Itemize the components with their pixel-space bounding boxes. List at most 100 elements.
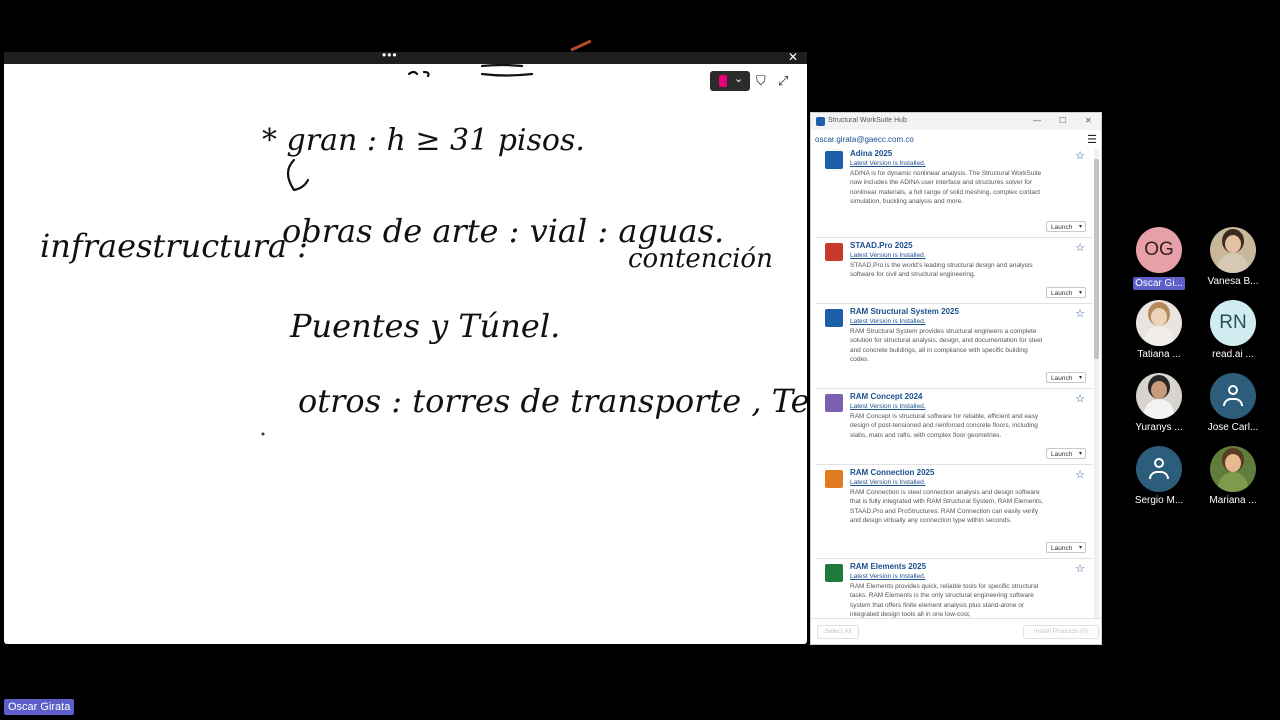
product-status-link[interactable]: Latest Version is Installed.: [850, 252, 926, 259]
favorite-star-icon[interactable]: ☆: [1075, 241, 1085, 254]
dropdown-arrow-icon[interactable]: ▾: [1079, 543, 1082, 554]
participant-name: Tatiana ...: [1137, 349, 1181, 360]
avatar: [1210, 227, 1256, 273]
maximize-icon[interactable]: ☐: [1059, 116, 1066, 125]
product-description: ADINA is for dynamic nonlinear analysis.…: [850, 170, 1042, 205]
hub-title: Structural WorkSuite Hub: [828, 117, 907, 124]
avatar-initials: RN: [1219, 312, 1247, 333]
participant-name: Oscar Gi...: [1133, 277, 1185, 290]
participant-tile[interactable]: Tatiana ...: [1130, 300, 1188, 360]
expand-icon[interactable]: ⤢: [778, 73, 788, 89]
product-status-link[interactable]: Latest Version is Installed.: [850, 160, 926, 167]
dropdown-arrow-icon[interactable]: ▾: [1079, 222, 1082, 233]
product-description: RAM Concept is structural software for r…: [850, 413, 1039, 439]
launch-button[interactable]: Launch ▾: [1046, 221, 1086, 232]
product-icon: [825, 309, 843, 327]
product-name: STAAD.Pro 2025: [850, 241, 913, 250]
presenter-label: Oscar Girata: [4, 699, 75, 715]
participant-tile[interactable]: Yuranys ...: [1130, 373, 1188, 433]
dropdown-arrow-icon[interactable]: ▾: [1079, 288, 1082, 299]
whiteboard-window[interactable]: ••• ✕ * gran : h ≥ 31 pisos. infraestruc…: [4, 52, 807, 644]
favorite-star-icon[interactable]: ☆: [1075, 392, 1085, 405]
product-icon: [825, 151, 843, 169]
product-name: RAM Structural System 2025: [850, 307, 959, 316]
product-card: RAM Elements 2025 Latest Version is Inst…: [816, 559, 1093, 619]
handwriting-line-4: contención: [628, 244, 773, 274]
participant-tile[interactable]: Jose Carl...: [1204, 373, 1262, 433]
ink-canvas[interactable]: * gran : h ≥ 31 pisos. infraestructura :…: [4, 52, 807, 644]
product-card: RAM Connection 2025 Latest Version is In…: [816, 465, 1093, 559]
scrollbar[interactable]: [1094, 149, 1099, 619]
launch-button[interactable]: Launch ▾: [1046, 448, 1086, 459]
participant-tile[interactable]: Mariana ...: [1204, 446, 1262, 506]
ink-dot: [261, 432, 265, 436]
product-status-link[interactable]: Latest Version is Installed.: [850, 573, 926, 580]
product-name: Adina 2025: [850, 149, 893, 158]
avatar: [1210, 446, 1256, 492]
participant-name: read.ai ...: [1212, 349, 1254, 360]
worksuite-hub-window: Structural WorkSuite Hub — ☐ ✕ oscar.gir…: [810, 112, 1102, 645]
select-all-button[interactable]: Select All: [817, 625, 859, 639]
participant-name: Vanesa B...: [1207, 276, 1259, 287]
launch-button[interactable]: Launch ▾: [1046, 542, 1086, 553]
avatar: [1136, 373, 1182, 419]
participant-name: Mariana ...: [1209, 495, 1257, 506]
user-email[interactable]: oscar.girata@gaecc.com.co: [815, 135, 914, 144]
favorite-star-icon[interactable]: ☆: [1075, 468, 1085, 481]
product-status-link[interactable]: Latest Version is Installed.: [850, 318, 926, 325]
dropdown-arrow-icon[interactable]: ▾: [1079, 449, 1082, 460]
product-status-link[interactable]: Latest Version is Installed.: [850, 479, 926, 486]
pen-tool-picker[interactable]: ⌄: [710, 71, 750, 91]
product-description: RAM Structural System provides structura…: [850, 328, 1043, 363]
avatar: [1136, 446, 1182, 492]
pen-icon[interactable]: [719, 75, 727, 87]
product-icon: [825, 564, 843, 582]
dropdown-arrow-icon[interactable]: ▾: [1079, 373, 1082, 384]
favorite-star-icon[interactable]: ☆: [1075, 562, 1085, 575]
hamburger-menu-icon[interactable]: ☰: [1087, 133, 1097, 146]
product-icon: [825, 243, 843, 261]
scrollbar-thumb[interactable]: [1094, 159, 1099, 359]
product-card: RAM Concept 2024 Latest Version is Insta…: [816, 389, 1093, 465]
product-name: RAM Connection 2025: [850, 468, 935, 477]
close-icon[interactable]: ✕: [1085, 116, 1092, 125]
handwriting-line-5: Puentes y Túnel.: [289, 307, 560, 345]
person-icon: [1154, 458, 1164, 468]
product-icon: [825, 394, 843, 412]
minimize-icon[interactable]: —: [1033, 116, 1041, 125]
product-card: RAM Structural System 2025 Latest Versio…: [816, 304, 1093, 389]
participant-tile[interactable]: Vanesa B...: [1204, 227, 1262, 287]
participant-name: Jose Carl...: [1207, 422, 1259, 433]
product-description: STAAD.Pro is the world’s leading structu…: [850, 262, 1033, 279]
product-name: RAM Elements 2025: [850, 562, 927, 571]
ink-stroke: [286, 158, 310, 192]
launch-button[interactable]: Launch ▾: [1046, 287, 1086, 298]
handwriting-line-2: infraestructura :: [40, 227, 308, 265]
participant-name: Yuranys ...: [1135, 422, 1183, 433]
product-description: RAM Elements provides quick, reliable to…: [850, 583, 1039, 618]
launch-button[interactable]: Launch ▾: [1046, 372, 1086, 383]
handwriting-line-6: otros : torres de transporte , Teleco: [298, 382, 807, 420]
participant-tile[interactable]: OG Oscar Gi...: [1130, 227, 1188, 291]
avatar-initials: OG: [1144, 239, 1174, 260]
chevron-down-icon[interactable]: ⌄: [734, 72, 743, 85]
ink-stroke: [407, 63, 534, 78]
product-icon: [825, 470, 843, 488]
favorite-star-icon[interactable]: ☆: [1075, 307, 1085, 320]
handwriting-line-1: * gran : h ≥ 31 pisos.: [262, 123, 585, 158]
participant-tile[interactable]: Sergio M...: [1130, 446, 1188, 506]
favorite-star-icon[interactable]: ☆: [1075, 149, 1085, 162]
avatar: OG: [1136, 227, 1182, 273]
product-status-link[interactable]: Latest Version is Installed.: [850, 403, 926, 410]
participant-name: Sergio M...: [1134, 495, 1184, 506]
participant-tile[interactable]: RN read.ai ...: [1204, 300, 1262, 360]
product-name: RAM Concept 2024: [850, 392, 923, 401]
avatar: [1210, 373, 1256, 419]
hub-title-bar: Structural WorkSuite Hub — ☐ ✕: [811, 113, 1101, 130]
filter-icon[interactable]: ⛉: [756, 73, 766, 89]
person-icon: [1228, 385, 1238, 395]
install-products-button[interactable]: Install Products (0): [1023, 625, 1099, 639]
avatar: RN: [1210, 300, 1256, 346]
product-card: Adina 2025 Latest Version is Installed. …: [816, 146, 1093, 238]
app-logo-icon: [816, 117, 825, 126]
